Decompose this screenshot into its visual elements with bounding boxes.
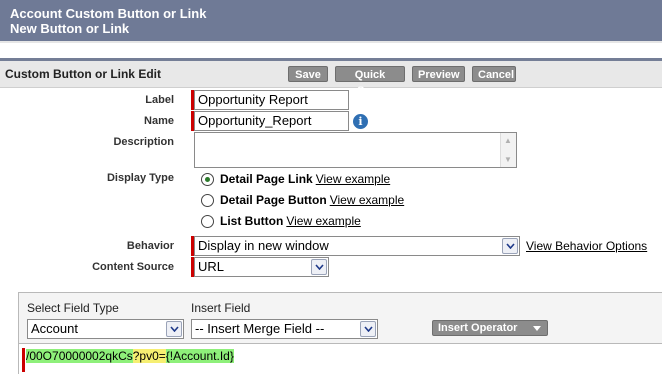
description-textarea[interactable]: ▲ ▼ xyxy=(194,132,517,168)
chevron-down-icon[interactable] xyxy=(166,321,182,337)
name-input[interactable]: Opportunity_Report xyxy=(194,111,349,131)
info-icon[interactable]: i xyxy=(353,114,368,129)
view-example-link[interactable]: View example xyxy=(330,193,404,207)
formula-editor: Select Field Type Insert Field Account -… xyxy=(18,292,662,375)
option-label: Detail Page Link xyxy=(220,172,313,186)
content-source-value: URL xyxy=(198,259,225,274)
radio-selected[interactable] xyxy=(201,172,214,186)
scroll-up-icon[interactable]: ▲ xyxy=(504,137,512,145)
display-type-option-detail-link[interactable]: Detail Page Link View example xyxy=(201,171,390,187)
insert-operator-label: Insert Operator xyxy=(438,322,518,334)
select-field-type-label: Select Field Type xyxy=(27,301,119,315)
caret-down-icon xyxy=(533,326,541,331)
formula-merge-field: {!Account.Id} xyxy=(165,349,234,363)
behavior-caption: Behavior xyxy=(126,240,174,252)
content-source-select[interactable]: URL xyxy=(194,257,329,277)
required-marker xyxy=(22,348,25,372)
view-example-link[interactable]: View example xyxy=(316,172,390,186)
view-example-link[interactable]: View example xyxy=(286,214,360,228)
cancel-button[interactable]: Cancel xyxy=(472,66,516,82)
radio-unselected[interactable] xyxy=(201,193,214,207)
label-caption: Label xyxy=(145,94,174,106)
formula-param: ?pv0= xyxy=(132,349,166,363)
insert-field-label: Insert Field xyxy=(191,301,251,315)
save-button[interactable]: Save xyxy=(288,66,328,82)
page-header: Account Custom Button or Link New Button… xyxy=(0,0,662,41)
insert-field-select[interactable]: -- Insert Merge Field -- xyxy=(191,319,378,339)
option-label: Detail Page Button xyxy=(220,193,327,207)
preview-button[interactable]: Preview xyxy=(412,66,465,82)
behavior-value: Display in new window xyxy=(198,238,329,253)
edit-toolbar: Custom Button or Link Edit Save Quick Sa… xyxy=(0,58,662,97)
radio-unselected[interactable] xyxy=(201,214,214,228)
content-source-caption: Content Source xyxy=(92,261,174,273)
option-label: List Button xyxy=(220,214,284,228)
formula-textarea[interactable]: /00O70000002qkCs?pv0={!Account.Id} xyxy=(19,343,662,375)
scroll-down-icon[interactable]: ▼ xyxy=(504,156,512,164)
formula-text: /00O70000002qkCs?pv0={!Account.Id} xyxy=(26,348,234,364)
display-type-option-detail-button[interactable]: Detail Page Button View example xyxy=(201,192,404,208)
quick-save-button[interactable]: Quick Save xyxy=(335,66,405,97)
description-scrollbar[interactable]: ▲ ▼ xyxy=(500,133,516,167)
formula-url: /00O70000002qkCs xyxy=(26,349,133,363)
display-type-caption: Display Type xyxy=(106,172,174,184)
label-input[interactable]: Opportunity Report xyxy=(194,90,349,110)
insert-field-value: -- Insert Merge Field -- xyxy=(195,321,325,336)
view-behavior-options-link[interactable]: View Behavior Options xyxy=(526,239,647,253)
header-divider xyxy=(0,41,662,43)
section-title: Custom Button or Link Edit xyxy=(5,67,161,81)
insert-operator-button[interactable]: Insert Operator xyxy=(432,320,548,336)
behavior-select[interactable]: Display in new window xyxy=(194,236,520,256)
chevron-down-icon[interactable] xyxy=(360,321,376,337)
chevron-down-icon[interactable] xyxy=(502,238,518,254)
field-type-value: Account xyxy=(31,321,78,336)
name-caption: Name xyxy=(144,115,174,127)
chevron-down-icon[interactable] xyxy=(311,259,327,275)
field-type-select[interactable]: Account xyxy=(27,319,184,339)
description-caption: Description xyxy=(113,136,174,148)
display-type-option-list-button[interactable]: List Button View example xyxy=(201,213,361,229)
page-title: New Button or Link xyxy=(10,21,130,36)
page-header-object: Account Custom Button or Link xyxy=(10,6,207,21)
